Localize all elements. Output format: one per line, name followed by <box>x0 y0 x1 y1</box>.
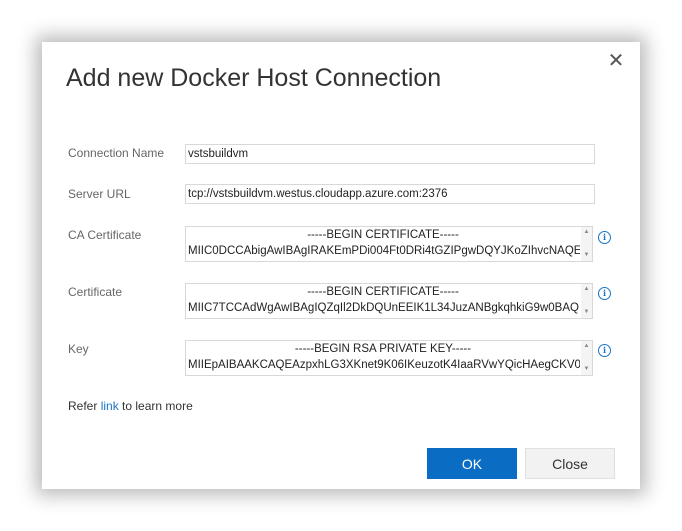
key-textarea[interactable]: -----BEGIN RSA PRIVATE KEY----- MIIEpAIB… <box>185 340 593 376</box>
textarea-line: -----BEGIN CERTIFICATE----- <box>307 286 459 298</box>
scroll-up-icon[interactable]: ▲ <box>581 284 592 295</box>
scroll-up-icon[interactable]: ▲ <box>581 227 592 238</box>
key-label: Key <box>68 342 89 356</box>
textarea-line: MIIC0DCCAbigAwIBAgIRAKEmPDi004Ft0DRi4tGZ… <box>188 245 580 257</box>
certificate-textarea[interactable]: -----BEGIN CERTIFICATE----- MIIC7TCCAdWg… <box>185 283 593 319</box>
ok-button[interactable]: OK <box>427 448 517 479</box>
textarea-line: -----BEGIN RSA PRIVATE KEY----- <box>294 343 472 355</box>
learn-more-link[interactable]: link <box>101 399 119 413</box>
connection-name-input[interactable]: vstsbuildvm <box>185 144 595 164</box>
ca-certificate-textarea[interactable]: -----BEGIN CERTIFICATE----- MIIC0DCCAbig… <box>185 226 593 262</box>
close-button[interactable]: Close <box>525 448 615 479</box>
scrollbar[interactable]: ▲ ▼ <box>581 284 592 318</box>
textarea-line: -----BEGIN CERTIFICATE----- <box>307 229 459 241</box>
info-icon[interactable]: i <box>598 344 611 357</box>
scroll-down-icon[interactable]: ▼ <box>581 364 592 375</box>
dialog-title: Add new Docker Host Connection <box>66 64 442 92</box>
textarea-line: MIIEpAIBAAKCAQEAzpxhLG3XKnet9K06IKeuzotK… <box>188 359 580 371</box>
scroll-up-icon[interactable]: ▲ <box>581 341 592 352</box>
server-url-label: Server URL <box>68 187 131 201</box>
info-icon[interactable]: i <box>598 231 611 244</box>
ca-certificate-label: CA Certificate <box>68 228 142 242</box>
scrollbar[interactable]: ▲ ▼ <box>581 341 592 375</box>
info-icon[interactable]: i <box>598 287 611 300</box>
textarea-line: MIIC7TCCAdWgAwIBAgIQZqIl2DkDQUnEEIK1L34J… <box>188 302 579 314</box>
connection-name-label: Connection Name <box>68 146 165 160</box>
close-icon[interactable]: ✕ <box>606 50 626 72</box>
scrollbar[interactable]: ▲ ▼ <box>581 227 592 261</box>
add-docker-host-dialog: ✕ Add new Docker Host Connection Connect… <box>42 42 640 489</box>
refer-suffix: to learn more <box>118 399 193 413</box>
scroll-down-icon[interactable]: ▼ <box>581 250 592 261</box>
certificate-label: Certificate <box>68 285 123 299</box>
server-url-input[interactable]: tcp://vstsbuildvm.westus.cloudapp.azure.… <box>185 184 595 204</box>
refer-text: Refer link to learn more <box>68 399 193 413</box>
scroll-down-icon[interactable]: ▼ <box>581 307 592 318</box>
refer-prefix: Refer <box>68 399 101 413</box>
